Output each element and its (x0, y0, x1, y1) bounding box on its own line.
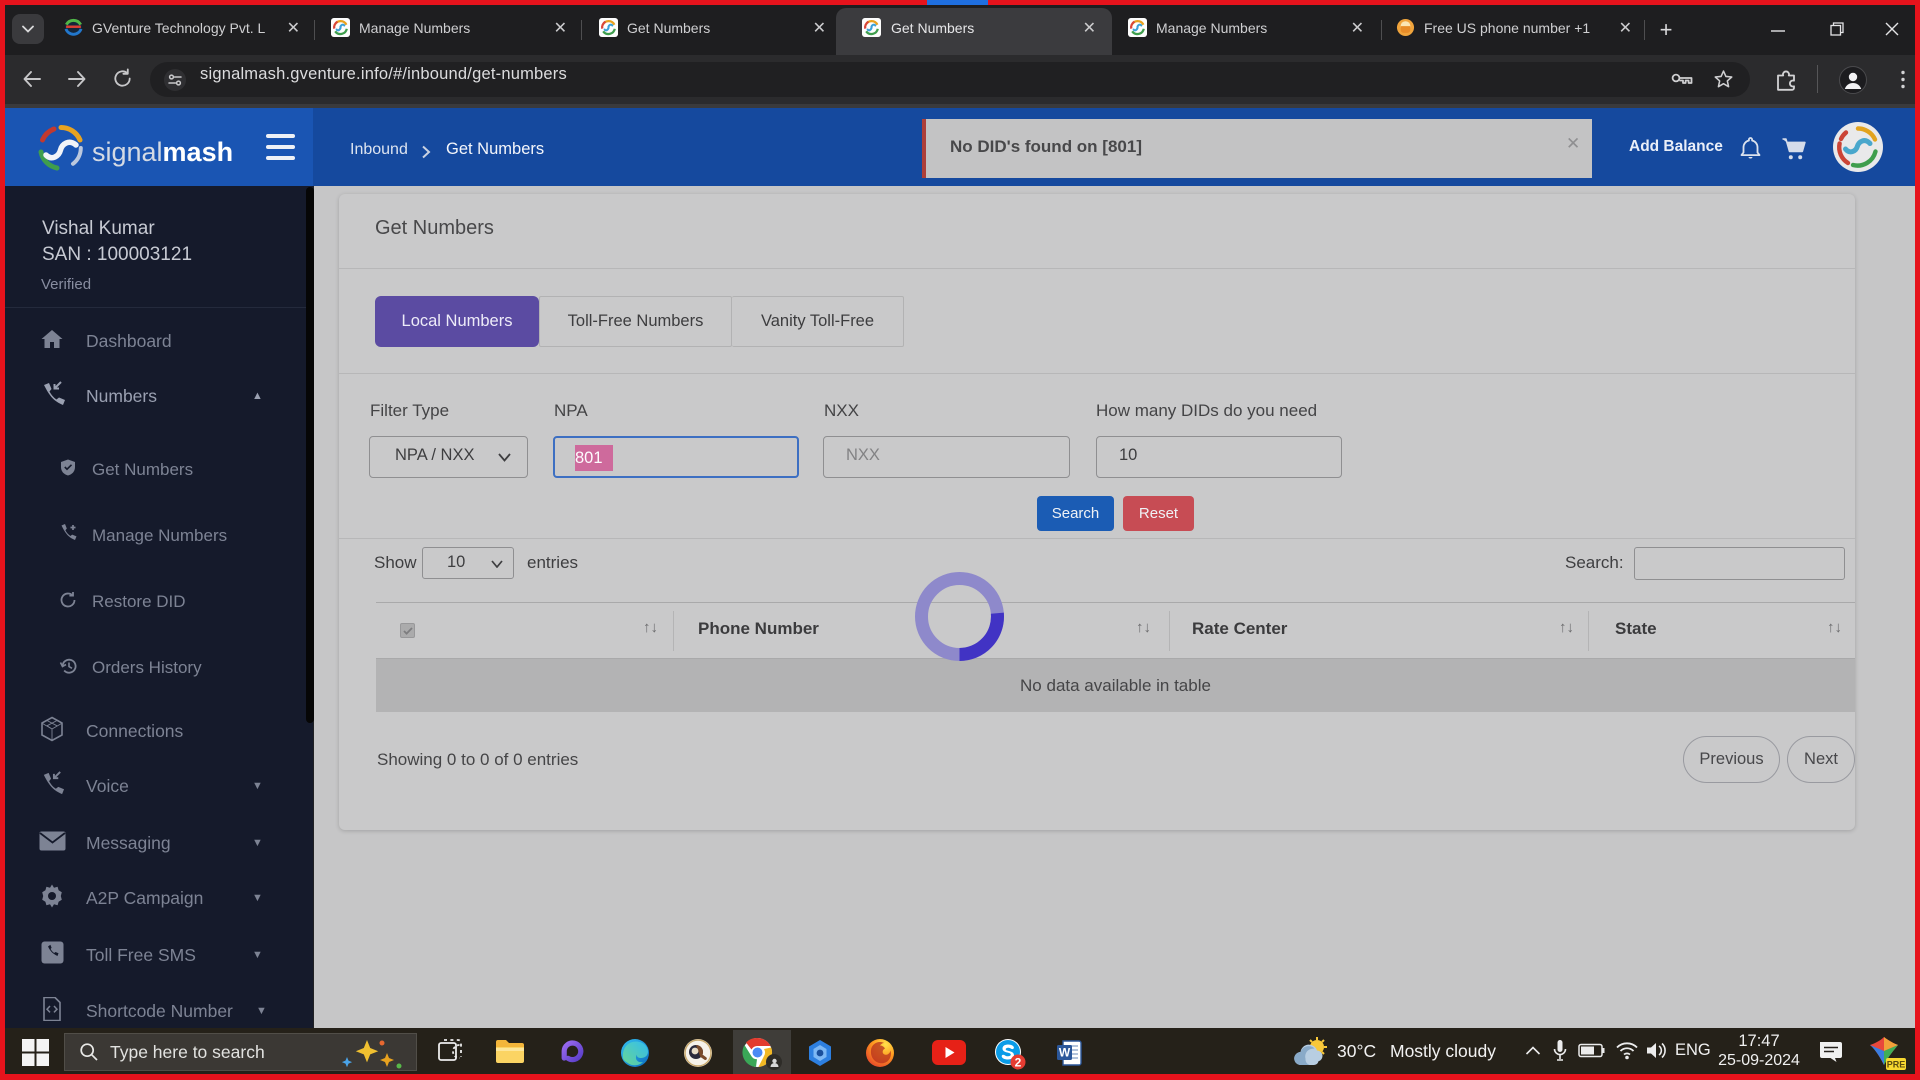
svg-text:W: W (1059, 1046, 1071, 1060)
svg-text:2: 2 (1015, 1056, 1022, 1070)
svg-text:PRE: PRE (1887, 1060, 1906, 1070)
